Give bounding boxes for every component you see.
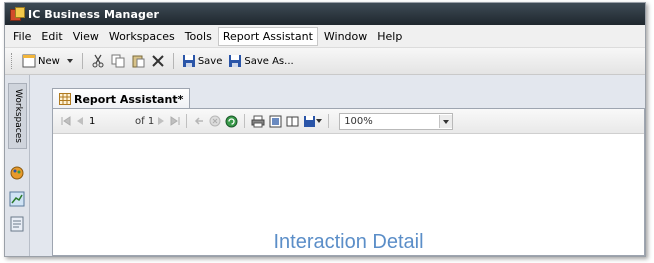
page-setup-button[interactable]: [284, 115, 301, 128]
report-toolbar-separator: [328, 114, 330, 128]
menu-file[interactable]: File: [8, 27, 36, 46]
tab-label: Report Assistant*: [74, 92, 184, 106]
menu-edit[interactable]: Edit: [36, 27, 67, 46]
report-toolbar-separator: [186, 114, 188, 128]
title-bar: IC Business Manager: [5, 3, 645, 25]
workspaces-tab-label: Workspaces: [12, 89, 23, 143]
page-setup-icon: [286, 116, 299, 126]
print-layout-button[interactable]: [267, 115, 284, 128]
save-as-disk-icon: [229, 55, 242, 67]
delete-button[interactable]: [148, 52, 168, 70]
menu-workspaces[interactable]: Workspaces: [104, 27, 180, 46]
toolbar-separator: [81, 53, 83, 69]
menu-window[interactable]: Window: [319, 27, 372, 46]
previous-page-button[interactable]: [73, 116, 87, 126]
save-button-label: Save: [197, 55, 223, 67]
save-button[interactable]: Save: [179, 52, 226, 70]
new-dropdown-button[interactable]: [63, 55, 77, 67]
new-document-icon: [22, 54, 36, 68]
main-toolbar: New Save Save As...: [5, 48, 645, 75]
save-as-button[interactable]: Save As...: [225, 52, 296, 70]
new-button[interactable]: New: [19, 52, 63, 70]
page-layout-icon: [269, 115, 282, 127]
first-page-icon: [61, 116, 71, 126]
tab-report-assistant[interactable]: Report Assistant*: [52, 88, 190, 109]
next-page-icon: [158, 117, 165, 125]
document-area: Report Assistant* of 1: [30, 75, 645, 256]
first-page-button[interactable]: [59, 116, 73, 126]
report-table-icon: [59, 93, 71, 105]
zoom-select[interactable]: 100%: [339, 112, 454, 130]
chevron-down-icon: [316, 119, 323, 123]
delete-x-icon: [152, 55, 164, 67]
paste-icon: [132, 55, 145, 68]
menu-bar: File Edit View Workspaces Tools Report A…: [5, 25, 645, 48]
refresh-icon: [225, 115, 238, 127]
refresh-button[interactable]: [223, 115, 240, 128]
workspace-palette-icon[interactable]: [9, 165, 25, 181]
export-button[interactable]: [301, 115, 324, 128]
menu-help[interactable]: Help: [372, 27, 407, 46]
cut-button[interactable]: [88, 52, 108, 70]
zoom-value: 100%: [344, 115, 373, 127]
workspace-chart-icon[interactable]: [9, 191, 25, 207]
paste-button[interactable]: [128, 52, 148, 70]
menu-view[interactable]: View: [68, 27, 104, 46]
previous-page-icon: [77, 117, 83, 125]
workspaces-tab[interactable]: Workspaces: [8, 83, 27, 149]
report-viewer: of 1: [52, 108, 645, 256]
back-button[interactable]: [191, 115, 207, 127]
export-disk-icon: [304, 115, 316, 127]
menu-report-assistant[interactable]: Report Assistant: [217, 26, 318, 46]
printer-icon: [251, 115, 265, 127]
workspace-rail: Workspaces: [5, 75, 30, 256]
next-page-button[interactable]: [154, 116, 168, 126]
stop-button[interactable]: [207, 115, 223, 127]
save-disk-icon: [182, 55, 195, 67]
new-button-label: New: [38, 55, 60, 67]
zoom-dropdown-arrow-icon[interactable]: [439, 114, 453, 128]
app-logo-icon: [10, 7, 25, 21]
report-toolbar-separator: [244, 114, 246, 128]
print-button[interactable]: [249, 115, 267, 128]
last-page-icon: [170, 116, 180, 126]
toolbar-grip[interactable]: [11, 53, 15, 69]
stop-icon: [209, 115, 221, 127]
copy-icon: [111, 54, 125, 68]
window-title: IC Business Manager: [28, 7, 160, 21]
page-count-label: of 1: [135, 115, 155, 127]
app-window: IC Business Manager File Edit View Works…: [4, 2, 646, 257]
page-number-input[interactable]: [87, 114, 127, 128]
chevron-down-icon: [66, 59, 73, 63]
report-toolbar: of 1: [53, 109, 644, 134]
back-arrow-icon: [195, 117, 204, 125]
cut-icon: [92, 54, 104, 68]
report-title: Interaction Detail: [273, 231, 424, 253]
copy-button[interactable]: [108, 52, 128, 70]
save-as-button-label: Save As...: [244, 55, 294, 67]
last-page-button[interactable]: [168, 116, 182, 126]
workspace-report-icon[interactable]: [9, 216, 25, 232]
menu-tools[interactable]: Tools: [180, 27, 217, 46]
toolbar-separator: [172, 53, 174, 69]
